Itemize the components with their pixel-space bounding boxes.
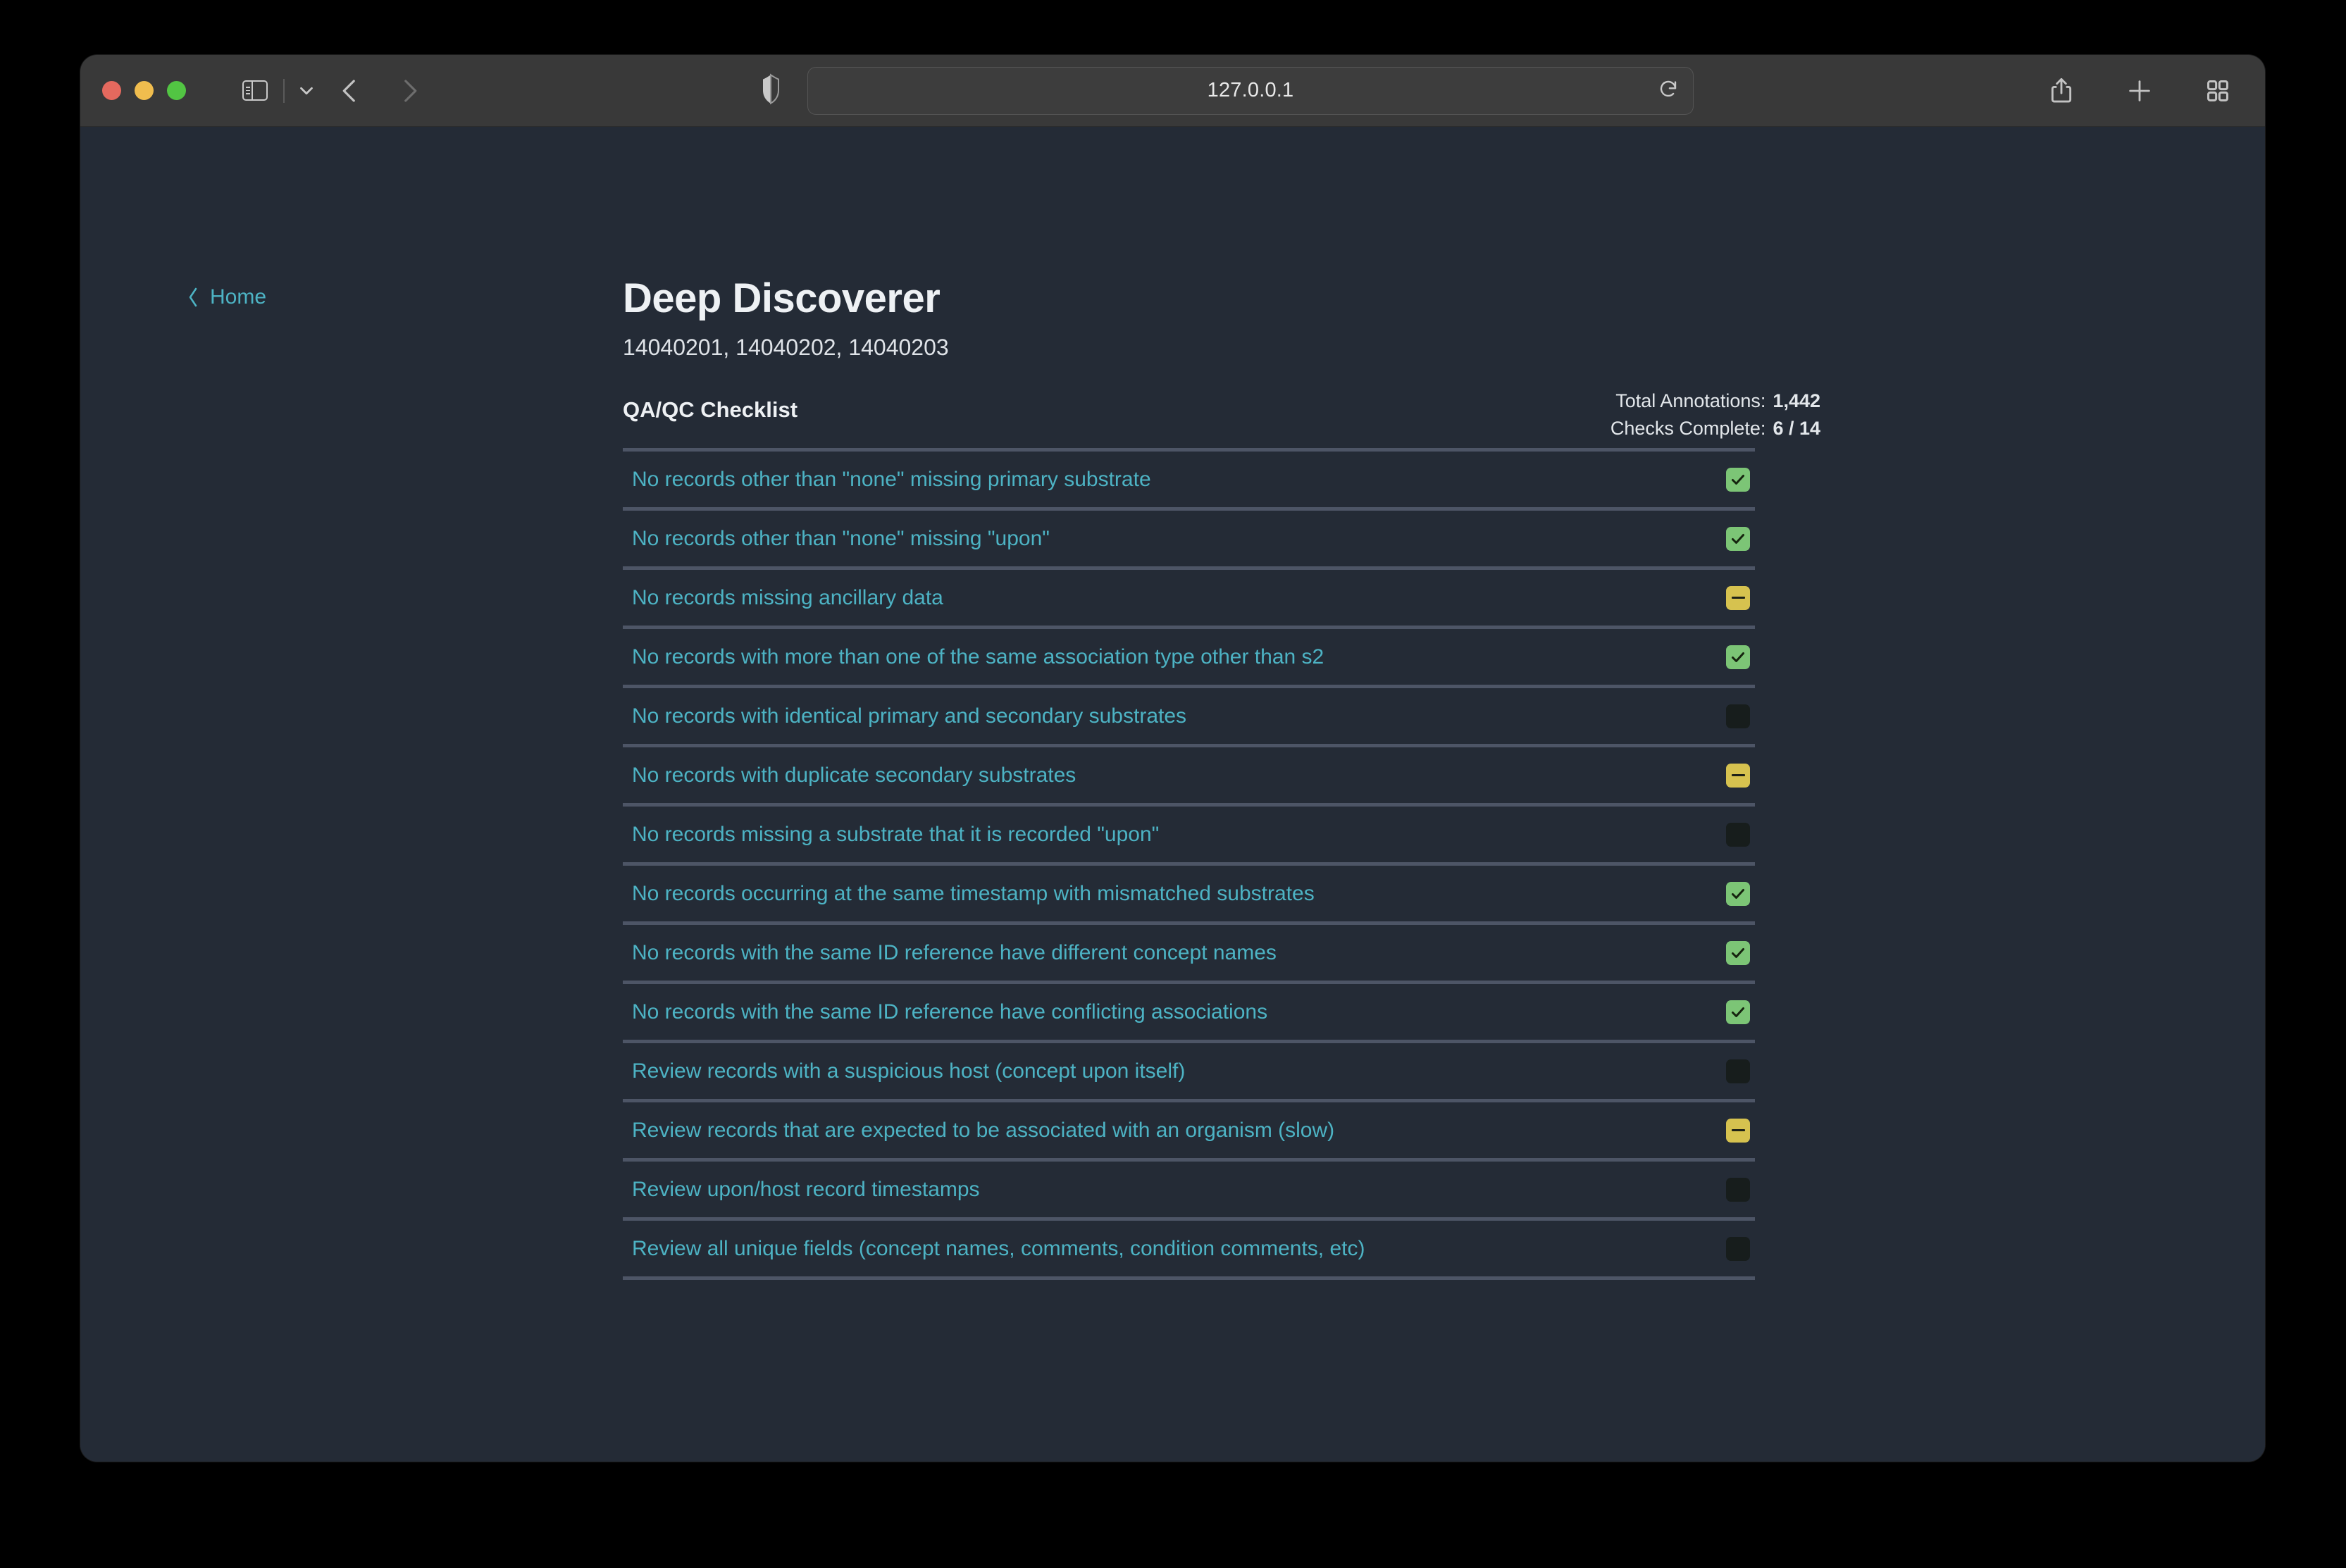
- checklist-row[interactable]: Review all unique fields (concept names,…: [623, 1221, 1755, 1280]
- checklist-row[interactable]: No records with duplicate secondary subs…: [623, 747, 1755, 807]
- sidebar-icon: [242, 80, 268, 101]
- reload-icon: [1658, 78, 1679, 99]
- checklist-status-unchecked[interactable]: [1726, 1237, 1750, 1261]
- check-icon: [1730, 530, 1746, 547]
- minimize-window-button[interactable]: [135, 81, 154, 100]
- checklist-item-label: No records missing a substrate that it i…: [632, 824, 1159, 845]
- check-icon: [1730, 885, 1746, 902]
- privacy-shield-icon: [760, 73, 781, 104]
- privacy-report-button[interactable]: [760, 73, 781, 108]
- address-bar[interactable]: 127.0.0.1: [807, 67, 1694, 115]
- checklist-item-label: Review records with a suspicious host (c…: [632, 1061, 1185, 1082]
- main-content: Deep Discoverer 14040201, 14040202, 1404…: [623, 127, 1820, 1280]
- checklist-row[interactable]: No records with the same ID reference ha…: [623, 925, 1755, 984]
- breadcrumb-home-link[interactable]: Home: [186, 285, 266, 309]
- checklist-status-checked[interactable]: [1726, 882, 1750, 906]
- check-icon: [1730, 1004, 1746, 1021]
- stat-total-annotations-label: Total Annotations:: [1615, 390, 1765, 411]
- share-icon: [2048, 76, 2075, 106]
- checklist-item-label: No records with the same ID reference ha…: [632, 1002, 1267, 1023]
- dash-icon: [1732, 1129, 1745, 1132]
- page-body: Home Deep Discoverer 14040201, 14040202,…: [80, 127, 2265, 1462]
- reload-button[interactable]: [1658, 78, 1679, 103]
- stat-total-annotations-value: 1,442: [1773, 390, 1820, 411]
- new-tab-button[interactable]: [2125, 77, 2154, 105]
- chevron-left-icon: [186, 286, 200, 309]
- checklist-row[interactable]: No records other than "none" missing "up…: [623, 511, 1755, 570]
- checklist-status-checked[interactable]: [1726, 645, 1750, 669]
- checklist-row[interactable]: Review upon/host record timestamps: [623, 1162, 1755, 1221]
- dash-icon: [1732, 597, 1745, 599]
- checklist-item-label: No records with duplicate secondary subs…: [632, 765, 1076, 786]
- checklist-row[interactable]: Review records with a suspicious host (c…: [623, 1043, 1755, 1102]
- summary-stats: Total Annotations: 1,442 Checks Complete:…: [1610, 387, 1820, 442]
- checklist-row[interactable]: No records occurring at the same timesta…: [623, 866, 1755, 925]
- checklist-item-label: No records other than "none" missing pri…: [632, 469, 1151, 490]
- page-subtitle: 14040201, 14040202, 14040203: [623, 335, 1820, 361]
- share-button[interactable]: [2048, 76, 2075, 106]
- qa-qc-checklist: No records other than "none" missing pri…: [623, 448, 1755, 1280]
- stat-checks-complete: Checks Complete: 6 / 14: [1610, 415, 1820, 442]
- checklist-item-label: No records missing ancillary data: [632, 587, 943, 609]
- checklist-status-checked[interactable]: [1726, 941, 1750, 965]
- page-title: Deep Discoverer: [623, 275, 1820, 322]
- breadcrumb-home-label: Home: [210, 285, 266, 309]
- check-icon: [1730, 471, 1746, 488]
- checklist-item-label: No records other than "none" missing "up…: [632, 528, 1050, 549]
- sidebar-options-button[interactable]: [296, 80, 317, 101]
- checklist-row[interactable]: No records other than "none" missing pri…: [623, 452, 1755, 511]
- window-controls: [102, 81, 186, 100]
- checklist-status-unchecked[interactable]: [1726, 1059, 1750, 1083]
- checklist-row[interactable]: Review records that are expected to be a…: [623, 1102, 1755, 1162]
- chevron-left-icon: [335, 76, 365, 106]
- toolbar-divider: [283, 79, 285, 103]
- stat-checks-complete-value: 6 / 14: [1773, 418, 1820, 439]
- checklist-row[interactable]: No records with more than one of the sam…: [623, 629, 1755, 688]
- checklist-status-checked[interactable]: [1726, 527, 1750, 551]
- section-title: QA/QC Checklist: [623, 397, 797, 423]
- checklist-row[interactable]: No records missing ancillary data: [623, 570, 1755, 629]
- grid-icon: [2204, 77, 2231, 104]
- browser-toolbar: 127.0.0.1: [80, 55, 2265, 127]
- checklist-status-indeterminate[interactable]: [1726, 764, 1750, 788]
- back-button[interactable]: [335, 76, 365, 106]
- chevron-down-icon: [296, 80, 317, 101]
- checklist-item-label: Review all unique fields (concept names,…: [632, 1238, 1365, 1259]
- address-bar-text: 127.0.0.1: [1208, 79, 1294, 102]
- plus-icon: [2125, 77, 2154, 105]
- close-window-button[interactable]: [102, 81, 121, 100]
- checklist-status-indeterminate[interactable]: [1726, 1119, 1750, 1143]
- zoom-window-button[interactable]: [167, 81, 186, 100]
- checklist-item-label: Review records that are expected to be a…: [632, 1120, 1334, 1141]
- check-icon: [1730, 649, 1746, 666]
- checklist-item-label: Review upon/host record timestamps: [632, 1179, 980, 1200]
- checklist-status-checked[interactable]: [1726, 468, 1750, 492]
- tab-overview-button[interactable]: [2204, 77, 2231, 104]
- navigation-buttons: [335, 76, 424, 106]
- check-icon: [1730, 945, 1746, 962]
- dash-icon: [1732, 774, 1745, 777]
- checklist-status-unchecked[interactable]: [1726, 1178, 1750, 1202]
- checklist-status-unchecked[interactable]: [1726, 823, 1750, 847]
- checklist-item-label: No records with identical primary and se…: [632, 706, 1186, 727]
- forward-button[interactable]: [395, 76, 424, 106]
- checklist-item-label: No records occurring at the same timesta…: [632, 883, 1315, 904]
- checklist-status-unchecked[interactable]: [1726, 704, 1750, 728]
- checklist-status-checked[interactable]: [1726, 1000, 1750, 1024]
- checklist-row[interactable]: No records with identical primary and se…: [623, 688, 1755, 747]
- checklist-row[interactable]: No records with the same ID reference ha…: [623, 984, 1755, 1043]
- checklist-item-label: No records with the same ID reference ha…: [632, 942, 1277, 964]
- checklist-status-indeterminate[interactable]: [1726, 586, 1750, 610]
- checklist-row[interactable]: No records missing a substrate that it i…: [623, 807, 1755, 866]
- stat-checks-complete-label: Checks Complete:: [1610, 418, 1766, 439]
- sidebar-toggle-button[interactable]: [242, 80, 268, 101]
- section-header: QA/QC Checklist Total Annotations:1,442 …: [623, 394, 1820, 445]
- stat-total-annotations: Total Annotations: 1,442: [1610, 387, 1820, 415]
- toolbar-right-actions: [2048, 76, 2231, 106]
- checklist-item-label: No records with more than one of the sam…: [632, 647, 1324, 668]
- browser-window: 127.0.0.1: [80, 55, 2265, 1462]
- chevron-right-icon: [395, 76, 424, 106]
